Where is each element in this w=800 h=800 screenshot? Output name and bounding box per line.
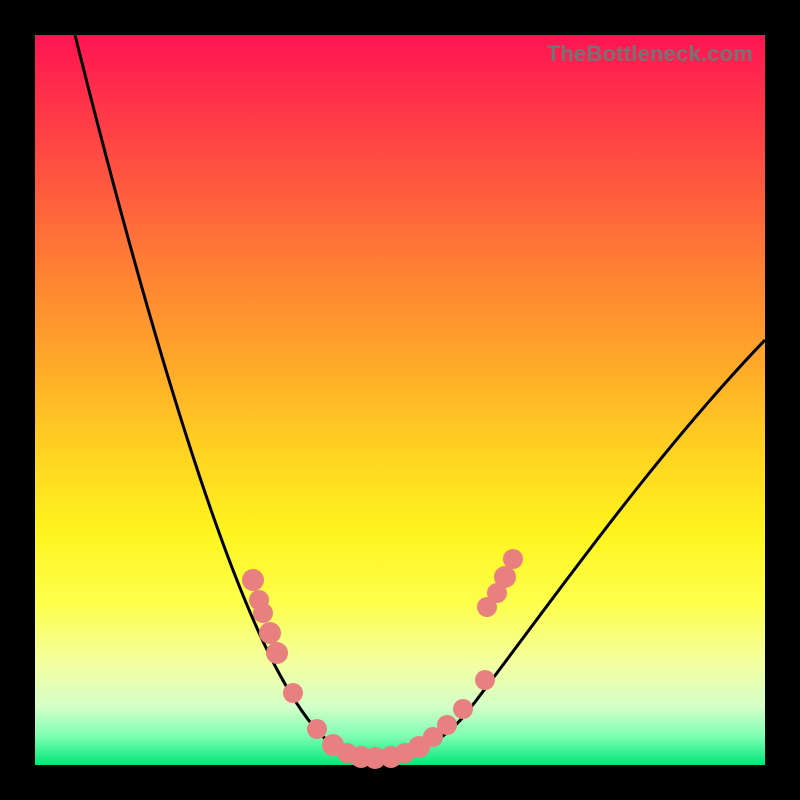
data-point (283, 683, 303, 703)
points-group (242, 549, 523, 769)
data-point (307, 719, 327, 739)
data-point (437, 715, 457, 735)
data-point (259, 622, 281, 644)
curve-group (75, 35, 765, 759)
data-point (453, 699, 473, 719)
data-point (475, 670, 495, 690)
data-point (494, 566, 516, 588)
plot-area: TheBottleneck.com (35, 35, 765, 765)
data-point (266, 642, 288, 664)
data-point (253, 603, 273, 623)
outer-frame: TheBottleneck.com (0, 0, 800, 800)
chart-svg (35, 35, 765, 765)
curve-path (75, 35, 765, 759)
data-point (503, 549, 523, 569)
data-point (242, 569, 264, 591)
